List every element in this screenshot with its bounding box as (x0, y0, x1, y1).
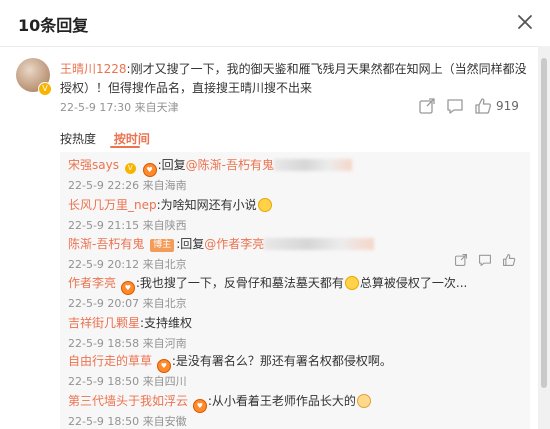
comment-icon[interactable] (446, 96, 464, 116)
reply-text: :回复 (157, 158, 186, 172)
reply-text: :是没有署名么？那还有署名权都侵权啊。 (171, 354, 392, 368)
main-comment-username[interactable]: 王晴川1228 (60, 62, 127, 76)
reply-text: :从小看着王老师作品长大的 (207, 394, 356, 408)
reply-username[interactable]: 陈渐-吾朽有鬼 (68, 237, 144, 251)
thumbs-up-icon[interactable] (474, 96, 492, 116)
fan-badge-icon: ♥ (156, 359, 171, 373)
reply-username[interactable]: 作者李亮 (68, 276, 116, 290)
main-comment-meta: 22-5-9 17:30 来自天津 (60, 101, 179, 114)
reply-username[interactable]: 宋强says (68, 158, 119, 172)
main-comment-text: :刚才又搜了一下，我的御天鉴和雁飞残月天果然都在知网上（当然同样都没授权）！但得… (60, 62, 527, 95)
laugh-emoji-icon (257, 198, 272, 212)
reply-mention[interactable]: @陈渐-吾朽有鬼 (186, 158, 274, 172)
author-tag: 博主 (150, 239, 175, 252)
sort-by-time[interactable]: 按时间 (114, 132, 150, 146)
reply-list: 宋强says V ♥:回复@陈渐-吾朽有鬼 22-5-9 22:26 来自海南 … (60, 152, 530, 429)
list-item: 宋强says V ♥:回复@陈渐-吾朽有鬼 (68, 156, 353, 177)
reply-text: :我也搜了一下，反骨仔和墓法墓天都有 (135, 276, 344, 290)
reply-actions (444, 252, 516, 271)
reply-meta: 22-5-9 18:58 来自河南 (68, 337, 187, 350)
share-icon[interactable] (454, 253, 468, 267)
reply-meta: 22-5-9 18:50 来自安徽 (68, 415, 187, 428)
reply-text: :为啥知网还有小说 (156, 198, 257, 212)
list-item: 长风几万里_nep:为啥知网还有小说 (68, 196, 273, 213)
list-item: 第三代墙头于我如浮云 ♥:从小看着王老师作品长大的 (68, 392, 372, 413)
reply-text: :回复 (176, 237, 205, 251)
thumbs-up-icon[interactable] (502, 253, 516, 267)
reply-username[interactable]: 吉祥街几颗星 (68, 316, 140, 330)
fan-badge-icon: ♥ (120, 281, 135, 295)
dog-emoji-icon (356, 394, 371, 408)
reply-text: :支持维权 (140, 316, 193, 330)
dialog-header: 10条回复 (0, 0, 550, 47)
list-item: 自由行走的草草 ♥:是没有署名么？那还有署名权都侵权啊。 (68, 352, 392, 373)
share-icon[interactable] (418, 96, 436, 116)
reply-username[interactable]: 长风几万里_nep (68, 198, 157, 212)
reply-text-continued: 总算被侵权了一次... (359, 276, 468, 290)
redacted-text (264, 238, 375, 250)
fan-badge-icon: ♥ (142, 163, 157, 177)
scrollbar[interactable] (538, 46, 550, 429)
sort-by-hot[interactable]: 按热度 (60, 132, 96, 146)
scrollbar-thumb[interactable] (541, 58, 547, 388)
dialog-title: 10条回复 (18, 16, 89, 35)
verified-badge-icon: V (38, 82, 52, 96)
reply-mention[interactable]: @作者李亮 (204, 237, 264, 251)
close-icon[interactable] (514, 11, 536, 33)
comment-icon[interactable] (478, 253, 492, 267)
like-count: 919 (496, 99, 519, 113)
reply-meta: 22-5-9 22:26 来自海南 (68, 179, 187, 192)
reply-meta: 22-5-9 21:15 来自陕西 (68, 219, 187, 232)
fan-badge-icon: ♥ (192, 399, 207, 413)
reply-meta: 22-5-9 18:50 来自四川 (68, 375, 187, 388)
reply-username[interactable]: 第三代墙头于我如浮云 (68, 394, 188, 408)
list-item: 作者李亮 ♥:我也搜了一下，反骨仔和墓法墓天都有 总算被侵权了一次... (68, 274, 467, 295)
laugh-emoji-icon (344, 276, 359, 290)
reply-username[interactable]: 自由行走的草草 (68, 354, 152, 368)
sort-tabs: 按热度 按时间 (60, 130, 164, 147)
list-item: 陈渐-吾朽有鬼 博主:回复@作者李亮 (68, 235, 375, 252)
reply-meta: 22-5-9 20:07 来自北京 (68, 297, 187, 310)
list-item: 吉祥街几颗星:支持维权 (68, 314, 192, 331)
active-tab-indicator (110, 146, 140, 148)
redacted-text (274, 159, 353, 171)
reply-meta: 22-5-9 20:12 来自北京 (68, 258, 187, 271)
verified-badge-icon: V (124, 163, 136, 174)
main-comment: 王晴川1228:刚才又搜了一下，我的御天鉴和雁飞残月天果然都在知网上（当然同样都… (60, 60, 530, 98)
